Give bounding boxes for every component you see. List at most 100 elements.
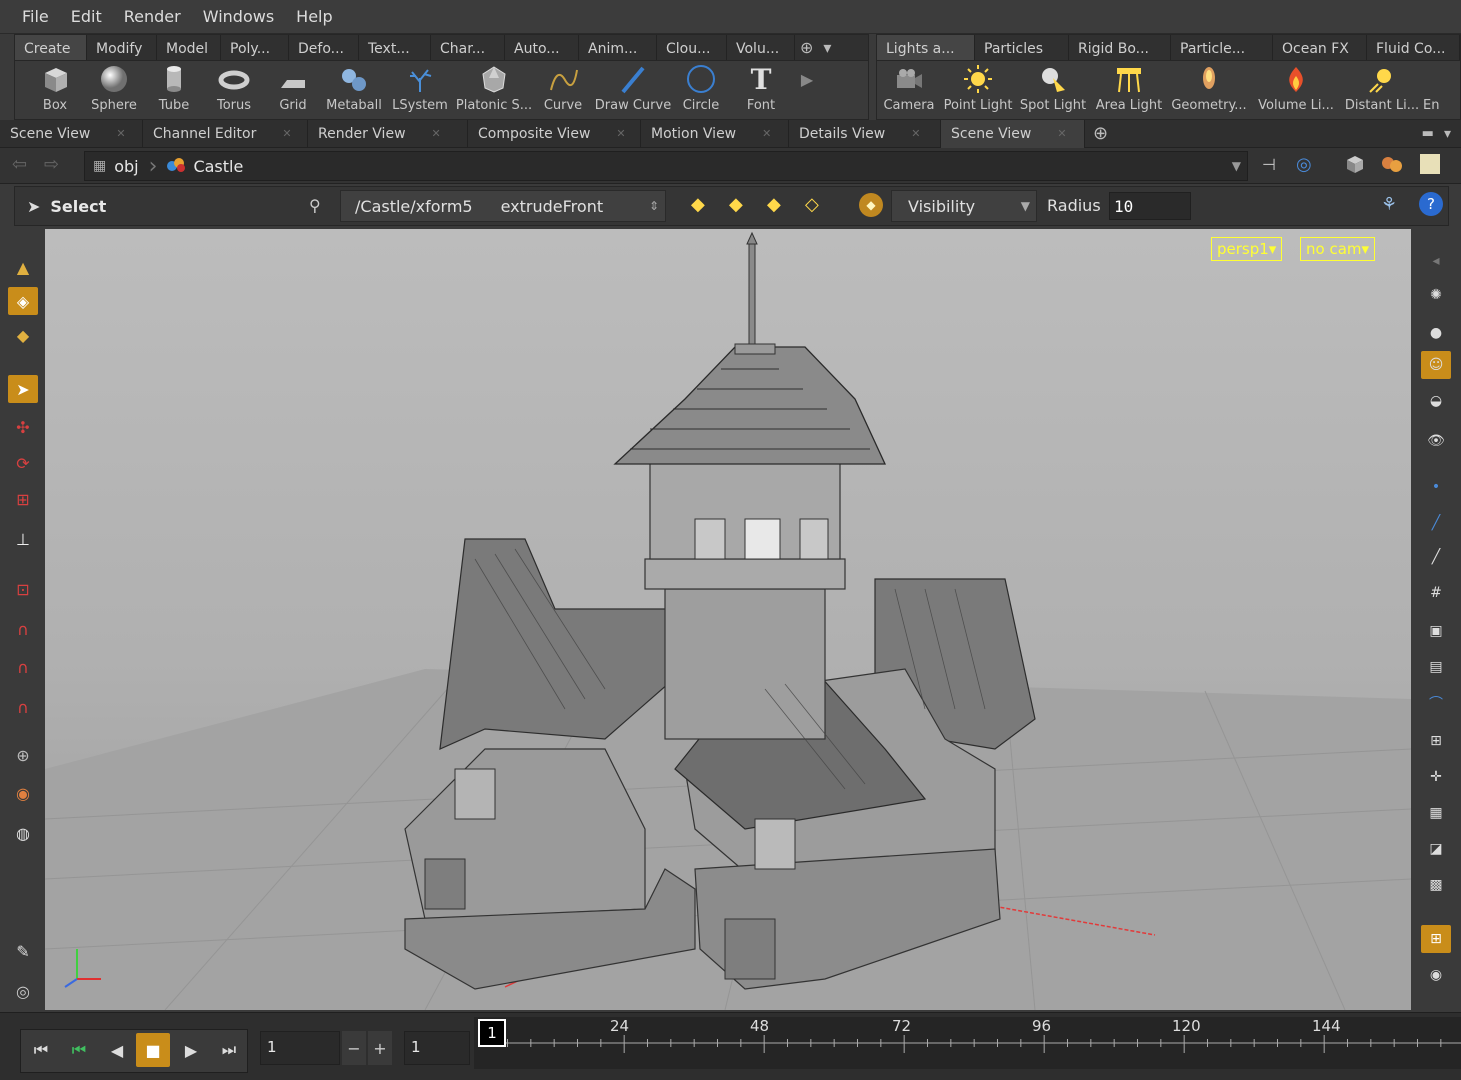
- step-back-key-icon[interactable]: ⏮: [62, 1033, 96, 1067]
- add-tab-icon[interactable]: ⊕: [795, 35, 818, 60]
- tool-volume-light[interactable]: Volume Li...: [1251, 61, 1341, 119]
- close-tab-icon[interactable]: ✕: [116, 127, 125, 140]
- tool-tube[interactable]: Tube: [145, 61, 203, 119]
- current-frame-input[interactable]: 1: [260, 1031, 340, 1065]
- tab-motion-view[interactable]: Motion View ✕: [641, 119, 789, 148]
- bounding-box-icon[interactable]: ▦: [1421, 799, 1451, 827]
- wireframe-icon[interactable]: ◪: [1421, 835, 1451, 863]
- select-tool-icon[interactable]: ➤: [8, 375, 38, 403]
- tool-circle[interactable]: Circle: [675, 61, 727, 119]
- tool-platonic[interactable]: Platonic S...: [453, 61, 535, 119]
- tab-details-view[interactable]: Details View ✕: [789, 119, 941, 148]
- pivot-tool-icon[interactable]: ⊥: [8, 525, 38, 553]
- shelf-tab-cloud[interactable]: Clou...: [657, 35, 727, 60]
- render-region-icon[interactable]: ◉: [8, 779, 38, 807]
- node-selector[interactable]: /Castle/xform5 extrudeFront ⇕: [340, 190, 666, 222]
- shelf-scroll-right-icon[interactable]: ▶: [795, 61, 819, 119]
- lights-icon[interactable]: ✺: [1421, 281, 1451, 309]
- menu-file[interactable]: File: [22, 7, 49, 26]
- link-icon[interactable]: ◎: [1296, 154, 1312, 175]
- visibility-eye-icon[interactable]: 👁: [1421, 427, 1451, 455]
- frame-decrement-icon[interactable]: −: [342, 1031, 366, 1065]
- play-forward-icon[interactable]: ▶: [174, 1033, 208, 1067]
- sphere-display-icon[interactable]: ●: [1421, 319, 1451, 347]
- hull-icon[interactable]: ⌒: [1421, 689, 1451, 717]
- visibility-dropdown[interactable]: Visibility ▼: [891, 190, 1037, 222]
- shelf-tab-ocean-fx[interactable]: Ocean FX: [1273, 35, 1367, 60]
- close-tab-icon[interactable]: ✕: [616, 127, 625, 140]
- maximize-pane-icon[interactable]: ▬: [1422, 126, 1434, 141]
- magnet-tool-icon[interactable]: ∩: [8, 615, 38, 643]
- shelf-tab-particles[interactable]: Particles: [975, 35, 1069, 60]
- select-whole-geometry-icon[interactable]: ◆: [859, 193, 883, 217]
- tool-sphere[interactable]: Sphere: [83, 61, 145, 119]
- stop-icon[interactable]: ■: [136, 1033, 170, 1067]
- tab-scene-view[interactable]: Scene View ✕: [0, 119, 143, 148]
- collapse-icon[interactable]: ◂: [1421, 247, 1451, 275]
- radius-input[interactable]: 10: [1109, 192, 1191, 220]
- shading-mode-icon[interactable]: ◒: [1421, 387, 1451, 415]
- shelf-tab-fluid-containers[interactable]: Fluid Co...: [1367, 35, 1460, 60]
- shelf-menu-icon[interactable]: ▾: [818, 35, 836, 60]
- shelf-tab-texture[interactable]: Text...: [359, 35, 431, 60]
- path-castle[interactable]: Castle: [193, 157, 243, 176]
- tool-settings-icon[interactable]: ⚘: [1381, 194, 1397, 215]
- path-dropdown-icon[interactable]: ▼: [1232, 159, 1241, 173]
- primitive-normals-icon[interactable]: ╱: [1421, 543, 1451, 571]
- handle-tool-icon[interactable]: ⊡: [8, 575, 38, 603]
- tab-composite-view[interactable]: Composite View ✕: [468, 119, 641, 148]
- timeline-ruler[interactable]: 1 24 48 72 96 120 144: [474, 1017, 1461, 1069]
- rotate-tool-icon[interactable]: ⟳: [8, 449, 38, 477]
- tool-font[interactable]: T Font: [727, 61, 795, 119]
- grid-display-icon[interactable]: ⊞: [1421, 727, 1451, 755]
- jump-to-end-icon[interactable]: ⏭: [212, 1033, 246, 1067]
- help-icon[interactable]: ?: [1419, 192, 1443, 216]
- tool-draw-curve[interactable]: Draw Curve: [591, 61, 675, 119]
- transform-handle-icon[interactable]: ◈: [8, 287, 38, 315]
- scene-viewport[interactable]: persp1▾ no cam▾: [45, 229, 1411, 1010]
- pane-menu-icon[interactable]: ▾: [1444, 126, 1451, 142]
- current-frame-marker[interactable]: 1: [478, 1019, 506, 1047]
- close-tab-icon[interactable]: ✕: [911, 127, 920, 140]
- background-toggle-icon[interactable]: [1420, 154, 1440, 174]
- close-tab-icon[interactable]: ✕: [282, 127, 291, 140]
- jump-to-start-icon[interactable]: ⏮: [24, 1033, 58, 1067]
- magnet-move-icon[interactable]: ∩: [8, 653, 38, 681]
- menu-windows[interactable]: Windows: [203, 7, 274, 26]
- headlight-icon[interactable]: ☺: [1421, 351, 1451, 379]
- shelf-tab-anim[interactable]: Anim...: [579, 35, 657, 60]
- play-reverse-icon[interactable]: ◀: [100, 1033, 134, 1067]
- tab-scene-view-active[interactable]: Scene View ✕: [941, 119, 1085, 148]
- display-options-eye-icon[interactable]: ◉: [1421, 961, 1451, 989]
- shelf-tab-volume[interactable]: Volu...: [727, 35, 795, 60]
- viewport-layout-icon[interactable]: ⊞: [1421, 925, 1451, 953]
- tool-geometry-light[interactable]: Geometry...: [1167, 61, 1251, 119]
- frame-increment-icon[interactable]: +: [368, 1031, 392, 1065]
- tool-environment-light[interactable]: En: [1423, 61, 1453, 119]
- tab-channel-editor[interactable]: Channel Editor ✕: [143, 119, 308, 148]
- tool-box[interactable]: Box: [27, 61, 83, 119]
- shelf-tab-modify[interactable]: Modify: [87, 35, 157, 60]
- ghost-icon[interactable]: ◎: [8, 977, 38, 1005]
- shelf-tab-rigid-bodies[interactable]: Rigid Bo...: [1069, 35, 1171, 60]
- magnet-scale-icon[interactable]: ∩: [8, 693, 38, 721]
- point-display-icon[interactable]: •: [1421, 473, 1451, 501]
- shelf-tab-lights[interactable]: Lights a...: [877, 35, 975, 60]
- point-numbers-icon[interactable]: #: [1421, 579, 1451, 607]
- show-handle-icon[interactable]: ▲: [8, 253, 38, 281]
- background-image-icon[interactable]: ▩: [1421, 871, 1451, 899]
- tool-point-light[interactable]: Point Light: [941, 61, 1015, 119]
- display-list-icon[interactable]: ✎: [8, 937, 38, 965]
- forward-arrow-icon[interactable]: ⇨: [44, 154, 59, 175]
- display-options-icon[interactable]: [1344, 153, 1366, 179]
- normals-icon[interactable]: ╱: [1421, 509, 1451, 537]
- frame-step-input[interactable]: 1: [404, 1031, 470, 1065]
- menu-edit[interactable]: Edit: [71, 7, 102, 26]
- tool-lsystem[interactable]: LSystem: [387, 61, 453, 119]
- shelf-tab-auto[interactable]: Auto...: [505, 35, 579, 60]
- tool-grid[interactable]: Grid: [265, 61, 321, 119]
- close-tab-icon[interactable]: ✕: [432, 127, 441, 140]
- move-tool-icon[interactable]: ✣: [8, 413, 38, 441]
- shading-icon[interactable]: [1380, 153, 1404, 179]
- shelf-tab-create[interactable]: Create: [15, 35, 87, 60]
